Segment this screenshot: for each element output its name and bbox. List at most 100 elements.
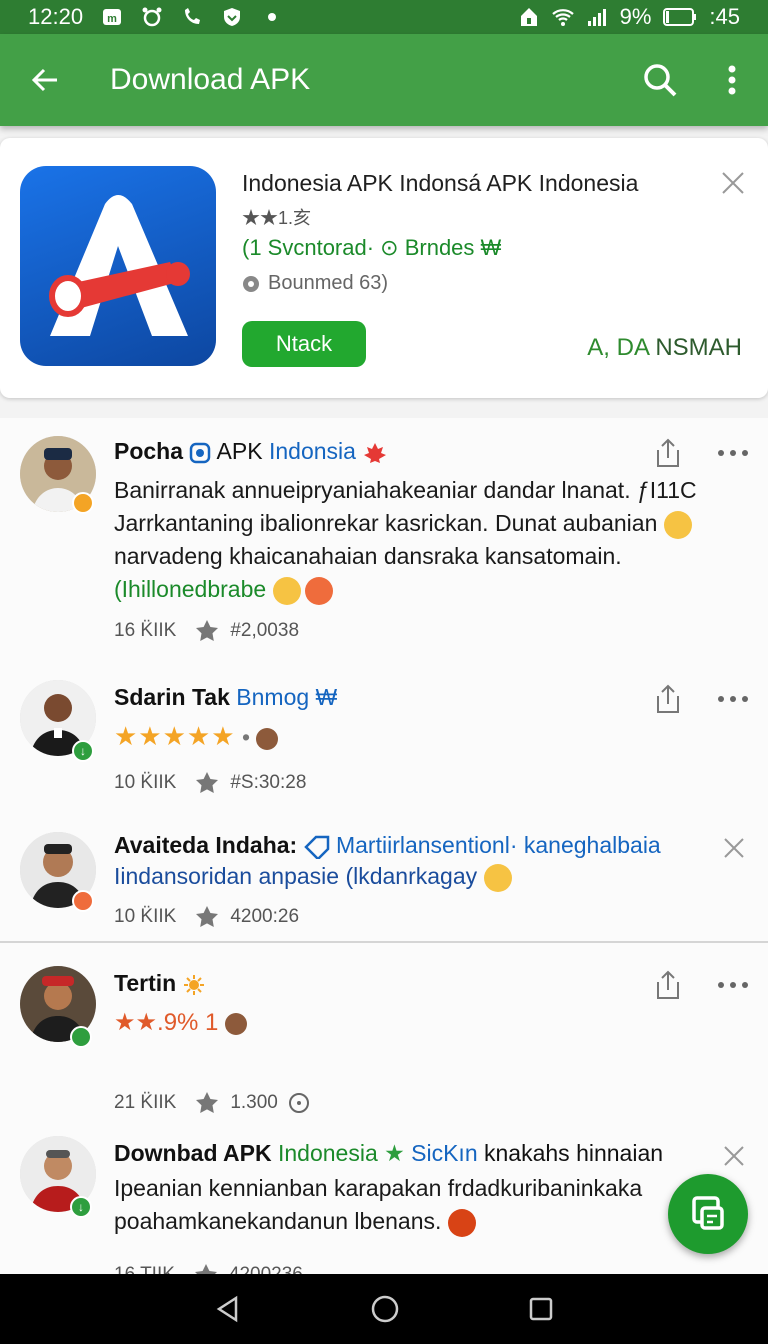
more-options-button[interactable]	[718, 978, 748, 992]
star-icon[interactable]	[194, 770, 220, 796]
avatar-badge: ↓	[72, 740, 94, 762]
overflow-menu-button[interactable]	[696, 34, 768, 126]
close-icon[interactable]	[722, 836, 746, 860]
avatar-badge: ↓	[70, 1196, 92, 1218]
likes-count: 10 K̈IIK	[114, 906, 177, 927]
post-stats: 10 K̈IIK #S:30:28	[114, 770, 306, 796]
search-icon	[644, 64, 677, 97]
post-author: Downbad APK Indonesia ★ SicKın knakahs h…	[114, 1140, 663, 1167]
promo-brand-label: A, DA NSMAH	[587, 334, 742, 362]
promo-title: Indonesia APK Indonsá APK Indonesia	[242, 170, 639, 196]
post-author-tag-a: Indonesia	[277, 1140, 378, 1166]
cell-signal-icon	[587, 9, 606, 26]
emoji-icon	[447, 1208, 476, 1237]
post-author: Pocha APK Indonsia	[114, 438, 388, 465]
search-button[interactable]	[624, 34, 696, 126]
sun-icon	[183, 974, 204, 995]
section-divider	[0, 941, 768, 943]
promo-rating: ★★1.亥	[242, 208, 312, 228]
post-author-tag-b: Indonsia	[268, 438, 356, 464]
page-title: Download APK	[110, 63, 311, 96]
emoji-icon	[272, 576, 301, 605]
verified-icon	[190, 442, 211, 464]
nav-home-icon[interactable]	[370, 1294, 400, 1324]
status-right: 9% :45	[518, 4, 740, 30]
post-body: Banirranak annueipryaniahakeaniar dandar…	[114, 474, 734, 606]
star-badge-icon: ★	[384, 1140, 405, 1166]
compose-fab-button[interactable]	[668, 1174, 748, 1254]
emoji-icon	[663, 510, 692, 539]
post-author-name: Downbad APK	[114, 1140, 272, 1166]
likes-count: 16 K̈IIK	[114, 620, 177, 641]
post-author: Avaiteda Indaha: Martiirlansentionl· kan…	[114, 832, 661, 861]
app-logo-icon	[20, 166, 216, 366]
wifi-icon	[551, 9, 574, 26]
install-button[interactable]: Ntack	[242, 321, 366, 367]
copy-icon	[692, 1196, 724, 1230]
promo-meta: Bounmed 63)	[242, 272, 388, 295]
post-author-tag-c: knakahs hinnaian	[484, 1140, 664, 1166]
missed-call-icon	[185, 8, 201, 24]
close-icon[interactable]	[720, 170, 746, 196]
post-author: Sdarin Tak Bnmog ₩	[114, 684, 337, 711]
status-left: 12:20 m	[28, 4, 518, 30]
more-vert-icon	[728, 65, 736, 95]
svg-text:m: m	[107, 13, 117, 25]
dot-icon	[268, 13, 277, 21]
avatar-badge	[72, 890, 94, 912]
more-options-button[interactable]	[718, 446, 748, 460]
views-count: 1.300	[230, 1092, 278, 1113]
post-author-tag: Martiirlansentionl· kaneghalbaia	[335, 832, 661, 858]
nav-back-icon[interactable]	[214, 1295, 242, 1323]
post-tag-line: (Ihillonedbrabe	[114, 573, 734, 606]
post-author-tag: Bnmog ₩	[236, 684, 338, 710]
star-icon[interactable]	[194, 618, 220, 644]
post-body-line-2: Jarrkantaning ibalionrekar kasrickan. Du…	[114, 507, 734, 540]
back-button[interactable]	[0, 34, 90, 126]
feed: Pocha APK Indonsia Banirranak annueiprya…	[0, 418, 768, 1285]
status-time: 12:20	[28, 4, 84, 29]
system-nav-bar	[0, 1274, 768, 1344]
likes-count: 21 K̈IIK	[114, 1092, 177, 1113]
likes-count: 10 K̈IIK	[114, 772, 177, 793]
nav-recents-icon[interactable]	[528, 1296, 554, 1322]
home-signal-icon	[520, 8, 537, 26]
app-bar: Download APK	[0, 34, 768, 126]
battery-percent: 9%	[619, 4, 652, 29]
post-author-tag-a: APK	[216, 438, 263, 464]
post-body-line: Iindansoridan anpasie (lkdanrkagay	[114, 863, 478, 889]
post-author-tag-b: SicKın	[411, 1140, 478, 1166]
alarm-icon	[142, 7, 162, 27]
post-author-name: Pocha	[114, 438, 184, 464]
post-body: Ipeanian kennianban karapakan frdadkurib…	[114, 1172, 694, 1238]
avatar-badge	[70, 1026, 92, 1048]
share-icon[interactable]	[654, 438, 682, 468]
star-icon[interactable]	[194, 904, 220, 930]
battery-time: :45	[709, 4, 740, 29]
post-author: Tertin	[114, 970, 205, 997]
share-icon[interactable]	[654, 970, 682, 1000]
post-body-line-2: poahamkanekandanun lbenans.	[114, 1205, 694, 1238]
emoji-icon	[483, 863, 512, 892]
post-body: Iindansoridan anpasie (lkdanrkagay	[114, 860, 734, 893]
share-icon[interactable]	[654, 684, 682, 714]
post-body-line: Ipeanian kennianban karapakan frdadkurib…	[114, 1175, 643, 1201]
shield-icon	[224, 8, 241, 26]
star-icon[interactable]	[194, 1090, 220, 1116]
more-options-button[interactable]	[718, 692, 748, 706]
heart-emoji-icon	[304, 576, 333, 605]
post-rating: ★★.9% 1	[114, 1006, 734, 1039]
promo-card[interactable]: Indonesia APK Indonsá APK Indonesia ★★1.…	[0, 138, 768, 398]
promo-tagline: (1 Svcntorad· ⊙ Brndes ₩	[242, 235, 502, 260]
post-author-name: Tertin	[114, 970, 177, 996]
post-stats: 16 K̈IIK #2,0038	[114, 618, 299, 644]
emoji-icon	[256, 727, 279, 750]
promo-meta-text: Bounmed 63)	[268, 272, 389, 294]
views-count: #S:30:28	[230, 772, 307, 793]
notification-app-icon: m	[103, 9, 122, 25]
avatar-badge	[72, 492, 94, 514]
close-icon[interactable]	[722, 1144, 746, 1168]
emoji-icon	[224, 1012, 247, 1035]
rating-text: ★★.9% 1	[114, 1009, 219, 1036]
views-count: 4200:26	[230, 906, 300, 927]
